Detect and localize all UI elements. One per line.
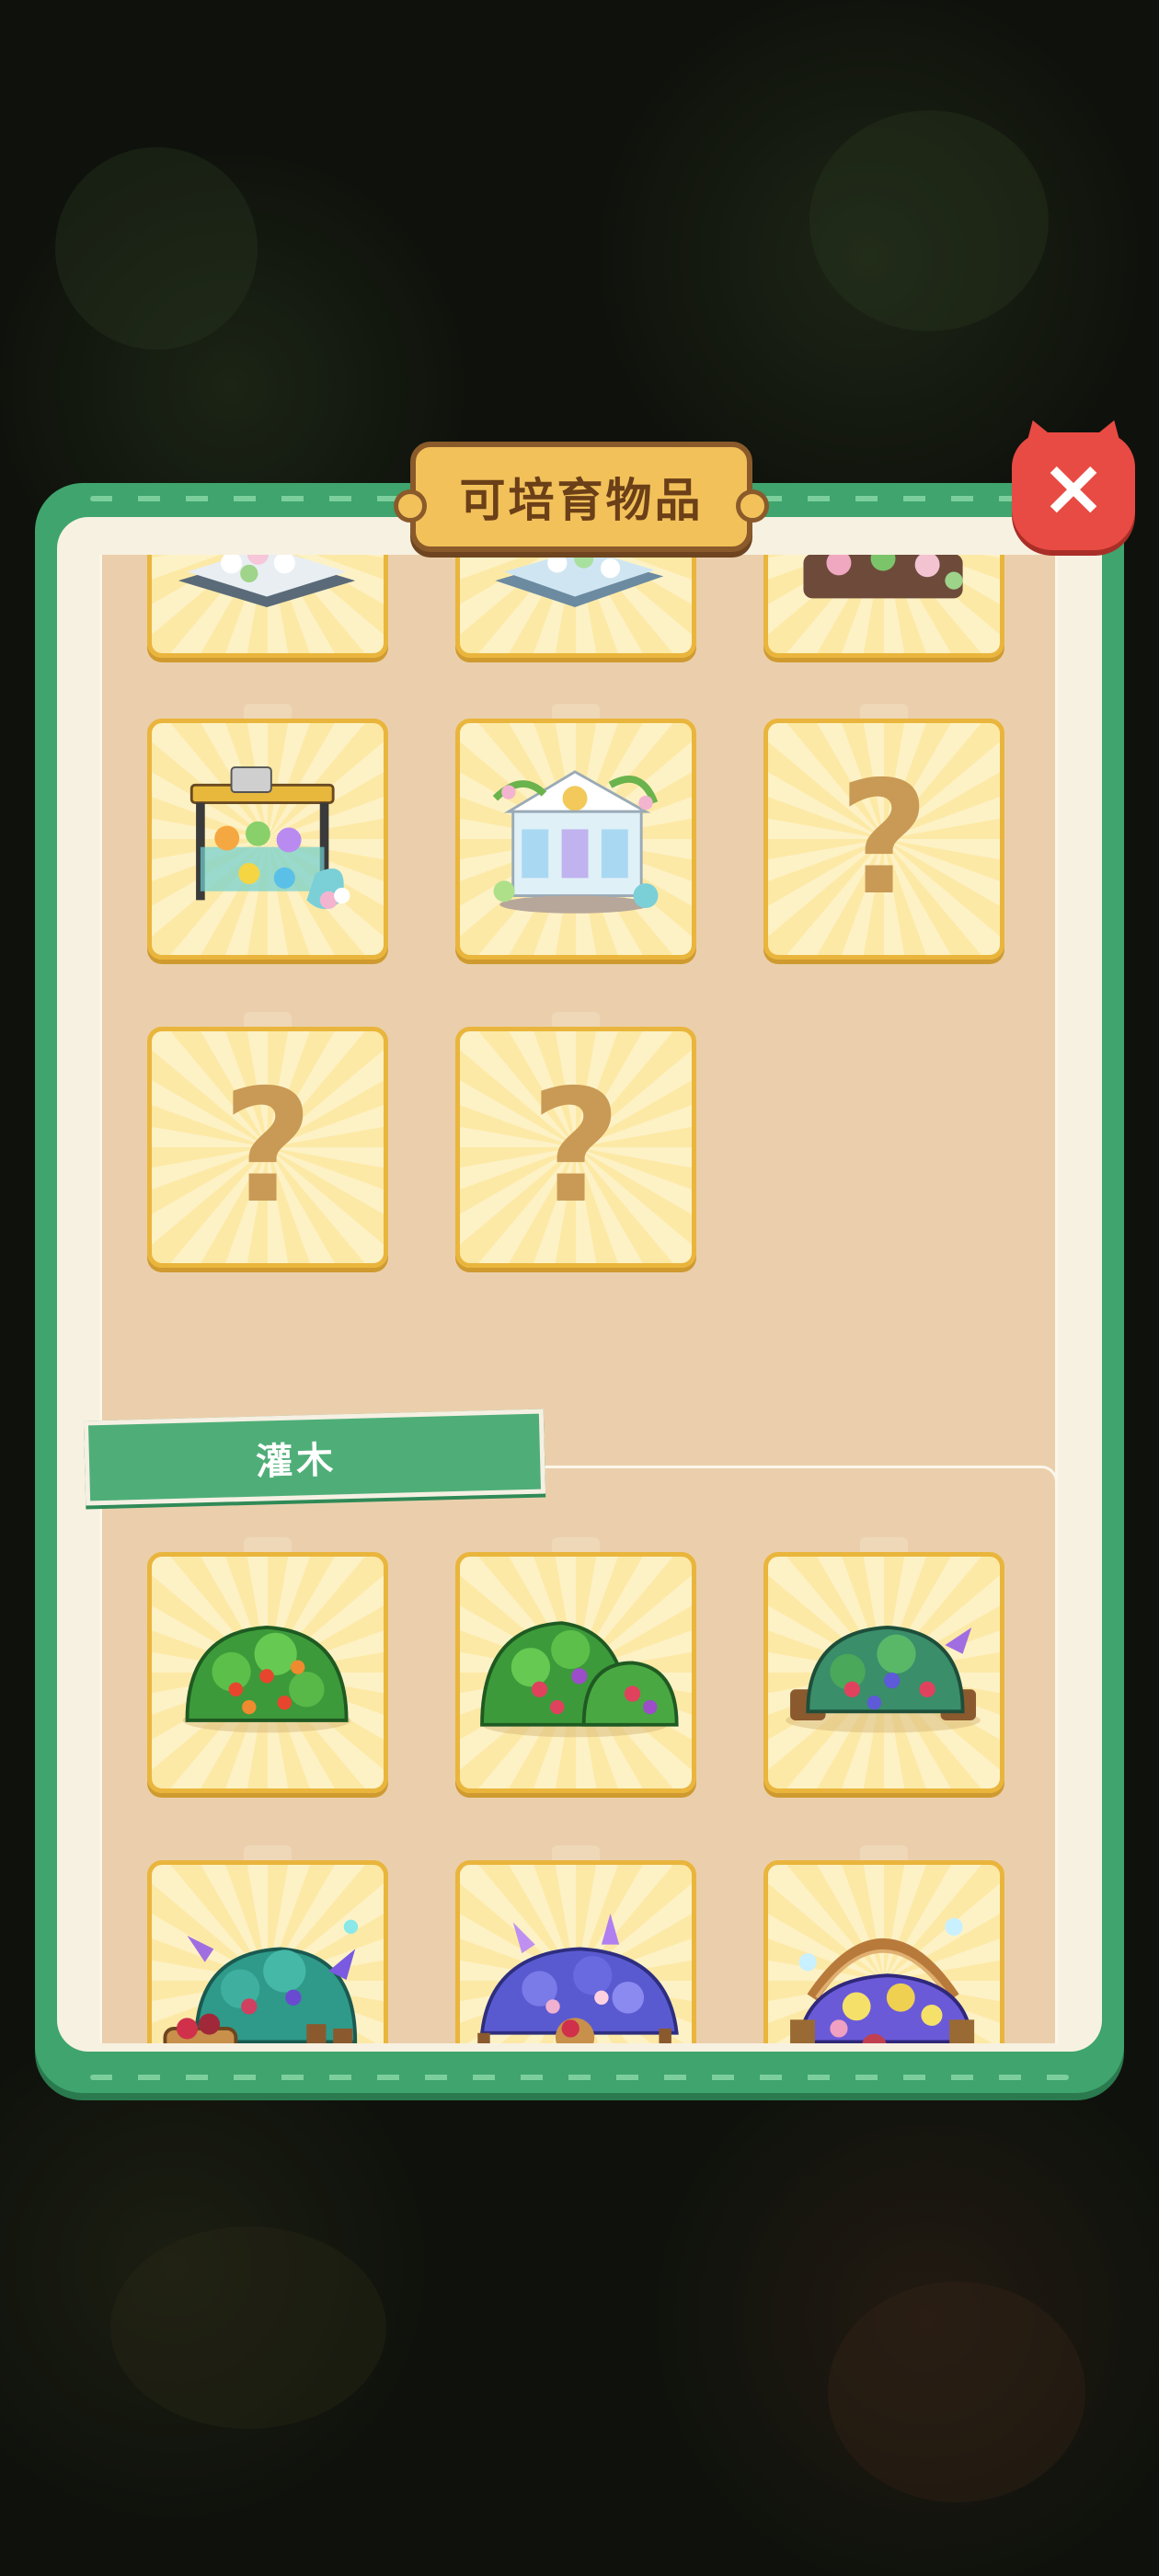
white-flower-stand-icon bbox=[178, 555, 356, 607]
scroll-area[interactable]: ? ? ? bbox=[57, 555, 1102, 2043]
background-scenery bbox=[809, 110, 1049, 331]
greenhouse-pavilion-icon bbox=[492, 770, 659, 914]
item-slot[interactable] bbox=[763, 1552, 1004, 1793]
section-title: 灌木 bbox=[255, 1439, 338, 1484]
item-slot[interactable] bbox=[455, 1860, 696, 2043]
dialog-title-plaque: 可培育物品 bbox=[394, 442, 769, 552]
flower-shop-stall-icon bbox=[189, 766, 350, 909]
item-slot[interactable] bbox=[455, 1552, 696, 1793]
berry-bush-icon bbox=[182, 1626, 351, 1733]
background-scenery bbox=[110, 2226, 386, 2429]
close-icon: × bbox=[1039, 442, 1107, 534]
item-slot[interactable] bbox=[763, 1860, 1004, 2043]
locked-item-slot[interactable]: ? bbox=[147, 1027, 388, 1268]
flower-display-icon bbox=[495, 555, 664, 607]
locked-item-slot[interactable]: ? bbox=[455, 1027, 696, 1268]
stump-berry-bush-icon bbox=[786, 1626, 981, 1733]
dialog-title: 可培育物品 bbox=[459, 474, 704, 527]
locked-item-slot[interactable]: ? bbox=[763, 719, 1004, 960]
item-slot[interactable] bbox=[147, 719, 388, 960]
panel-trim bbox=[90, 2075, 1069, 2080]
background-scenery bbox=[55, 147, 258, 350]
question-mark-icon: ? bbox=[838, 748, 930, 930]
fenced-berry-bush-icon bbox=[477, 1913, 679, 2043]
background-scenery bbox=[828, 2282, 1085, 2502]
arch-berry-garden-icon bbox=[790, 1917, 975, 2043]
item-slot[interactable] bbox=[147, 1860, 388, 2043]
item-slot[interactable] bbox=[455, 555, 696, 658]
close-button[interactable]: × bbox=[1012, 432, 1135, 550]
section-header-shrubs: 灌木 bbox=[83, 1409, 546, 1506]
item-slot[interactable] bbox=[455, 719, 696, 960]
item-slot[interactable] bbox=[147, 1552, 388, 1793]
item-slot[interactable] bbox=[147, 555, 388, 658]
basket-berry-bush-icon bbox=[163, 1919, 359, 2043]
question-mark-icon: ? bbox=[530, 1056, 622, 1238]
item-slot[interactable] bbox=[763, 555, 1004, 658]
question-mark-icon: ? bbox=[222, 1056, 314, 1238]
pink-flower-cart-icon bbox=[803, 555, 963, 599]
double-berry-bush-icon bbox=[480, 1621, 679, 1738]
